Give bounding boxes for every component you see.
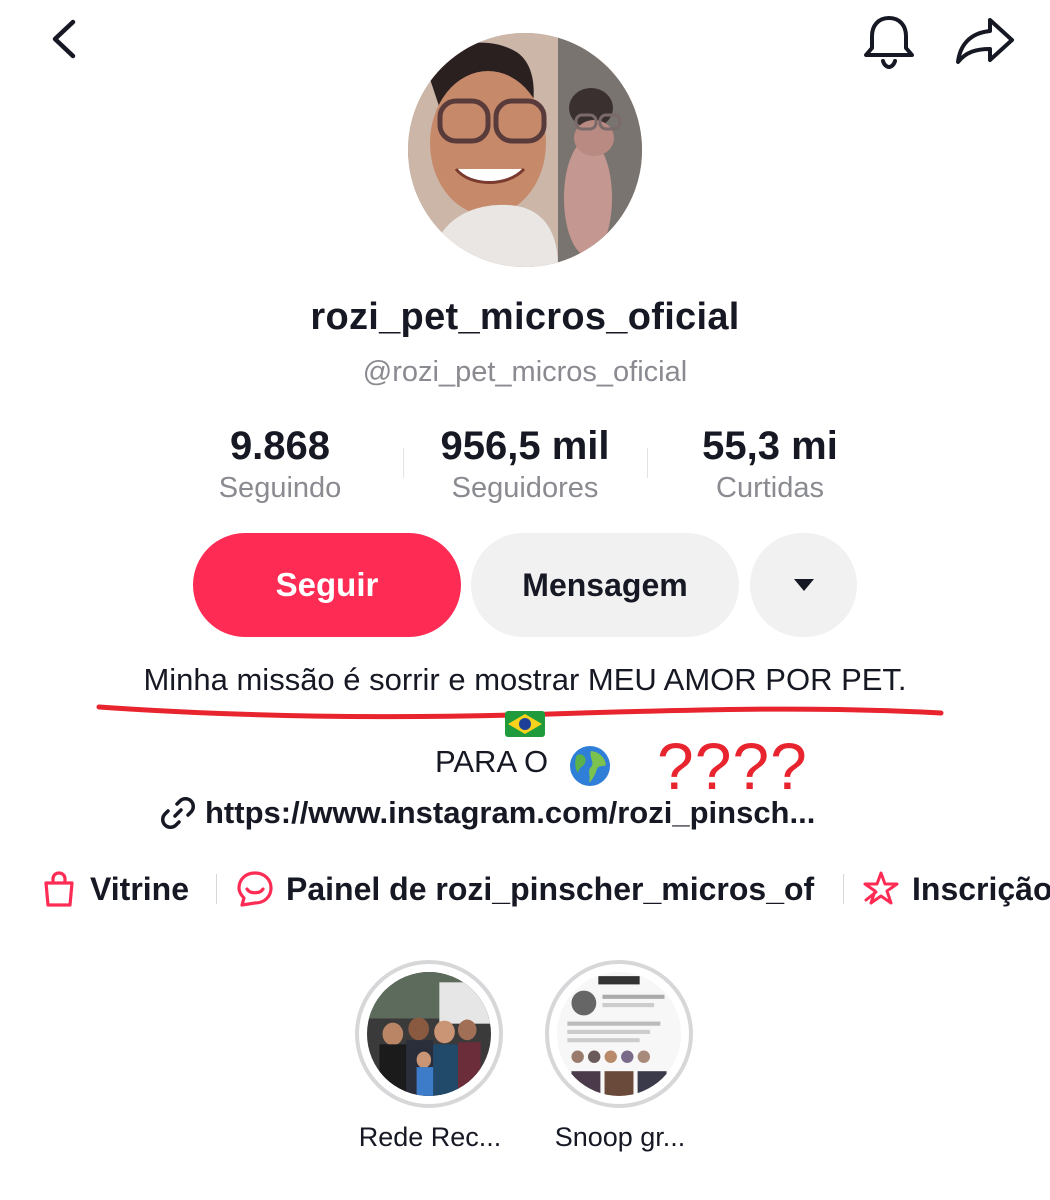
chip-label: Vitrine — [90, 870, 189, 907]
bell-icon — [864, 16, 914, 70]
chat-panel-icon — [237, 871, 273, 907]
highlight-thumbnail — [557, 972, 681, 1096]
highlight-item[interactable]: Rede Rec... — [355, 960, 505, 1153]
stat-divider — [647, 448, 648, 478]
chip-panel[interactable]: Painel de rozi_pinscher_micros_of — [236, 866, 814, 912]
chevron-left-icon — [52, 19, 76, 59]
stat-value: 956,5 mil — [440, 424, 610, 468]
highlight-ring — [545, 960, 693, 1108]
notifications-button[interactable] — [858, 10, 920, 70]
stat-value: 55,3 mi — [702, 424, 838, 468]
message-button[interactable]: Mensagem — [471, 533, 739, 637]
more-options-button[interactable] — [750, 533, 857, 637]
follow-button[interactable]: Seguir — [193, 533, 461, 637]
bio-link-text: https://www.instagram.com/rozi_pinsch... — [205, 795, 816, 830]
display-name: rozi_pet_micros_oficial — [310, 296, 740, 338]
share-arrow-icon — [956, 18, 1014, 64]
stat-following[interactable]: 9.868 Seguindo — [180, 424, 380, 508]
highlight-ring — [355, 960, 503, 1108]
highlight-item[interactable]: Snoop gr... — [545, 960, 695, 1153]
chip-showcase[interactable]: Vitrine — [40, 866, 189, 912]
bio-link[interactable]: https://www.instagram.com/rozi_pinsch... — [160, 791, 815, 835]
link-icon — [161, 797, 195, 829]
share-button[interactable] — [952, 12, 1018, 68]
stat-followers[interactable]: 956,5 mil Seguidores — [410, 424, 640, 508]
stat-label: Curtidas — [716, 472, 824, 504]
back-button[interactable] — [40, 14, 90, 64]
brazil-flag-icon — [505, 711, 545, 737]
avatar-photo — [408, 33, 642, 267]
chip-divider — [843, 874, 844, 904]
stat-label: Seguidores — [451, 472, 599, 504]
caret-down-icon — [793, 579, 814, 591]
bio-text-2: PARA O — [435, 744, 549, 779]
chip-label: Painel de rozi_pinscher_micros_of — [286, 870, 815, 907]
highlight-thumbnail — [367, 972, 491, 1096]
stat-divider — [403, 448, 404, 478]
avatar[interactable] — [408, 33, 642, 267]
chip-label: Inscrição — [912, 870, 1050, 907]
chip-divider — [216, 874, 217, 904]
globe-icon — [570, 746, 610, 786]
highlight-label: Rede Rec... — [358, 1122, 502, 1152]
chip-subscription[interactable]: Inscrição — [862, 866, 1050, 912]
stat-likes[interactable]: 55,3 mi Curtidas — [660, 424, 880, 508]
shopping-bag-icon — [44, 871, 74, 907]
bio-text: Minha missão é sorrir e mostrar MEU AMOR… — [143, 662, 907, 697]
stat-value: 9.868 — [229, 424, 331, 468]
star-badge-icon — [863, 871, 899, 905]
username: @rozi_pet_micros_oficial — [362, 356, 688, 388]
highlight-label: Snoop gr... — [554, 1122, 686, 1152]
stat-label: Seguindo — [218, 472, 342, 504]
